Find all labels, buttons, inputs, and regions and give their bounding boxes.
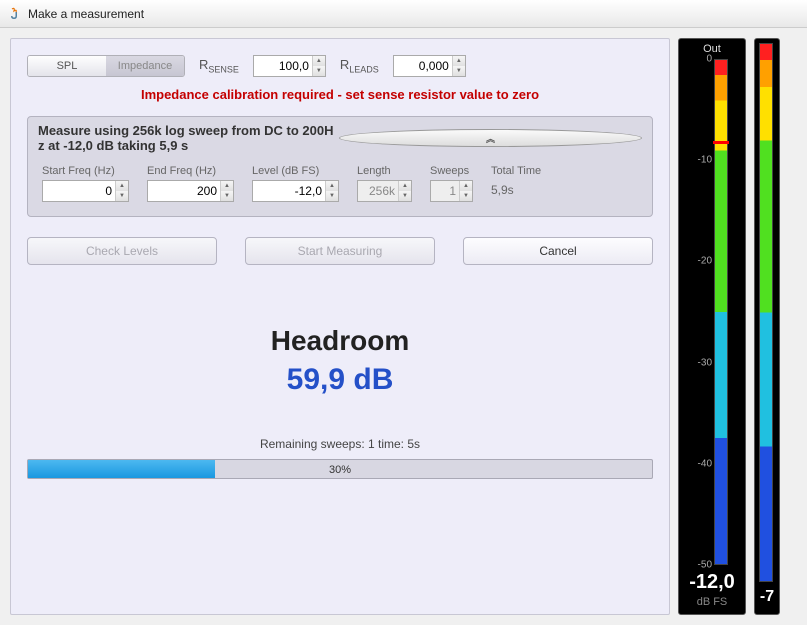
main-panel: SPL Impedance RSENSE ▲ ▼ RLEADS ▲ ▼ Imp (10, 38, 670, 615)
in-meter-partial: -7 (754, 38, 780, 615)
rleads-field[interactable] (394, 56, 452, 76)
headroom-block: Headroom 59,9 dB (27, 325, 653, 397)
end-freq-label: End Freq (Hz) (147, 165, 234, 177)
length-label: Length (357, 165, 412, 177)
meter-ticks: 0 -10 -20 -30 -40 -50 (686, 59, 714, 565)
mode-toggle: SPL Impedance (27, 55, 185, 77)
totaltime-label: Total Time (491, 165, 541, 177)
in-meter-readout: -7 (760, 588, 774, 606)
check-levels-button[interactable]: Check Levels (27, 237, 217, 265)
start-freq-input[interactable]: ▲▼ (42, 180, 129, 202)
sweeps-label: Sweeps (430, 165, 473, 177)
titlebar: Make a measurement (0, 0, 807, 28)
end-freq-field[interactable] (148, 181, 220, 201)
start-measuring-button[interactable]: Start Measuring (245, 237, 435, 265)
rsense-input[interactable]: ▲ ▼ (253, 55, 326, 77)
headroom-title: Headroom (27, 325, 653, 357)
rleads-label: RLEADS (340, 57, 379, 75)
length-field (358, 181, 398, 201)
rleads-down[interactable]: ▼ (453, 66, 465, 76)
sweeps-field (431, 181, 459, 201)
rleads-input[interactable]: ▲ ▼ (393, 55, 466, 77)
start-freq-label: Start Freq (Hz) (42, 165, 129, 177)
params-panel: Measure using 256k log sweep from DC to … (27, 116, 653, 217)
rsense-label: RSENSE (199, 57, 239, 75)
length-input[interactable]: ▲▼ (357, 180, 412, 202)
headroom-value: 59,9 dB (27, 363, 653, 397)
level-label: Level (dB FS) (252, 165, 339, 177)
level-field[interactable] (253, 181, 325, 201)
meter-mark (713, 141, 729, 144)
meter-unit: dB FS (697, 596, 728, 608)
impedance-toggle[interactable]: Impedance (106, 56, 184, 76)
level-input[interactable]: ▲▼ (252, 180, 339, 202)
start-freq-down[interactable]: ▼ (116, 191, 128, 201)
progress-bar: 30% (27, 459, 653, 479)
rsense-field[interactable] (254, 56, 312, 76)
level-up[interactable]: ▲ (326, 181, 338, 191)
meter-readout: -12,0 (689, 571, 735, 594)
level-down[interactable]: ▼ (326, 191, 338, 201)
start-freq-field[interactable] (43, 181, 115, 201)
collapse-icon[interactable]: ︽ (339, 129, 642, 147)
spl-toggle[interactable]: SPL (28, 56, 106, 76)
rleads-up[interactable]: ▲ (453, 56, 465, 66)
length-down[interactable]: ▼ (399, 191, 411, 201)
sweeps-up[interactable]: ▲ (460, 181, 472, 191)
length-up[interactable]: ▲ (399, 181, 411, 191)
start-freq-up[interactable]: ▲ (116, 181, 128, 191)
end-freq-down[interactable]: ▼ (221, 191, 233, 201)
meter-bar (714, 59, 728, 565)
end-freq-up[interactable]: ▲ (221, 181, 233, 191)
window-title: Make a measurement (28, 7, 144, 21)
progress-text: 30% (28, 460, 652, 480)
sweeps-down[interactable]: ▼ (460, 191, 472, 201)
totaltime-value: 5,9s (491, 180, 541, 197)
sweeps-input[interactable]: ▲▼ (430, 180, 473, 202)
params-summary: Measure using 256k log sweep from DC to … (38, 123, 339, 153)
java-icon (6, 6, 22, 22)
out-meter: Out 0 -10 -20 -30 -40 -50 -12,0 dB FS (678, 38, 746, 615)
status-text: Remaining sweeps: 1 time: 5s (27, 437, 653, 451)
rsense-up[interactable]: ▲ (313, 56, 325, 66)
rsense-down[interactable]: ▼ (313, 66, 325, 76)
in-meter-bar (759, 43, 773, 582)
warning-text: Impedance calibration required - set sen… (27, 87, 653, 102)
cancel-button[interactable]: Cancel (463, 237, 653, 265)
end-freq-input[interactable]: ▲▼ (147, 180, 234, 202)
